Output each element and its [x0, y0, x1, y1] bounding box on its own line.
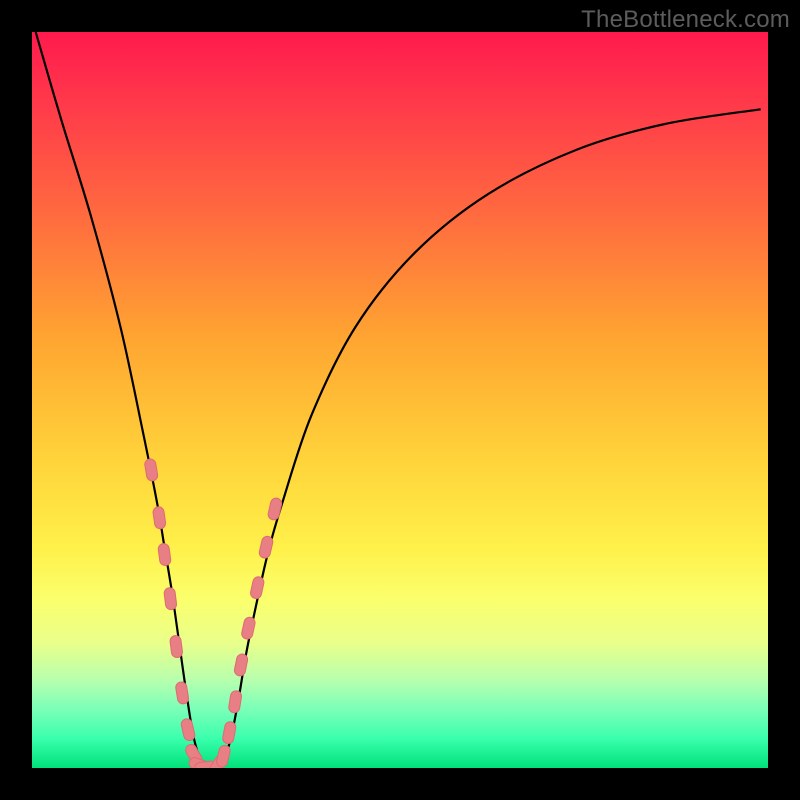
marker-pill — [194, 760, 217, 768]
marker-pill — [215, 744, 231, 768]
chart-svg — [32, 32, 768, 768]
marker-pill — [258, 535, 274, 559]
marker-pill — [241, 616, 256, 640]
marker-pill — [144, 458, 159, 482]
marker-pill — [158, 543, 172, 566]
marker-pill — [180, 718, 196, 742]
watermark-text: TheBottleneck.com — [581, 6, 790, 34]
markers-group — [144, 458, 283, 768]
marker-pill — [207, 754, 228, 768]
marker-pill — [188, 756, 212, 768]
marker-pill — [169, 635, 183, 658]
curve-group — [36, 32, 761, 768]
outer-frame: TheBottleneck.com — [0, 0, 800, 800]
marker-pill — [175, 681, 189, 704]
plot-area — [32, 32, 768, 768]
marker-pill — [152, 506, 166, 529]
marker-pill — [228, 690, 242, 713]
marker-pill — [267, 497, 283, 521]
bottleneck-curve — [36, 32, 761, 768]
marker-pill — [184, 742, 204, 767]
marker-pill — [164, 587, 178, 610]
marker-pill — [250, 576, 265, 600]
marker-pill — [233, 653, 248, 677]
marker-pill — [222, 721, 237, 745]
